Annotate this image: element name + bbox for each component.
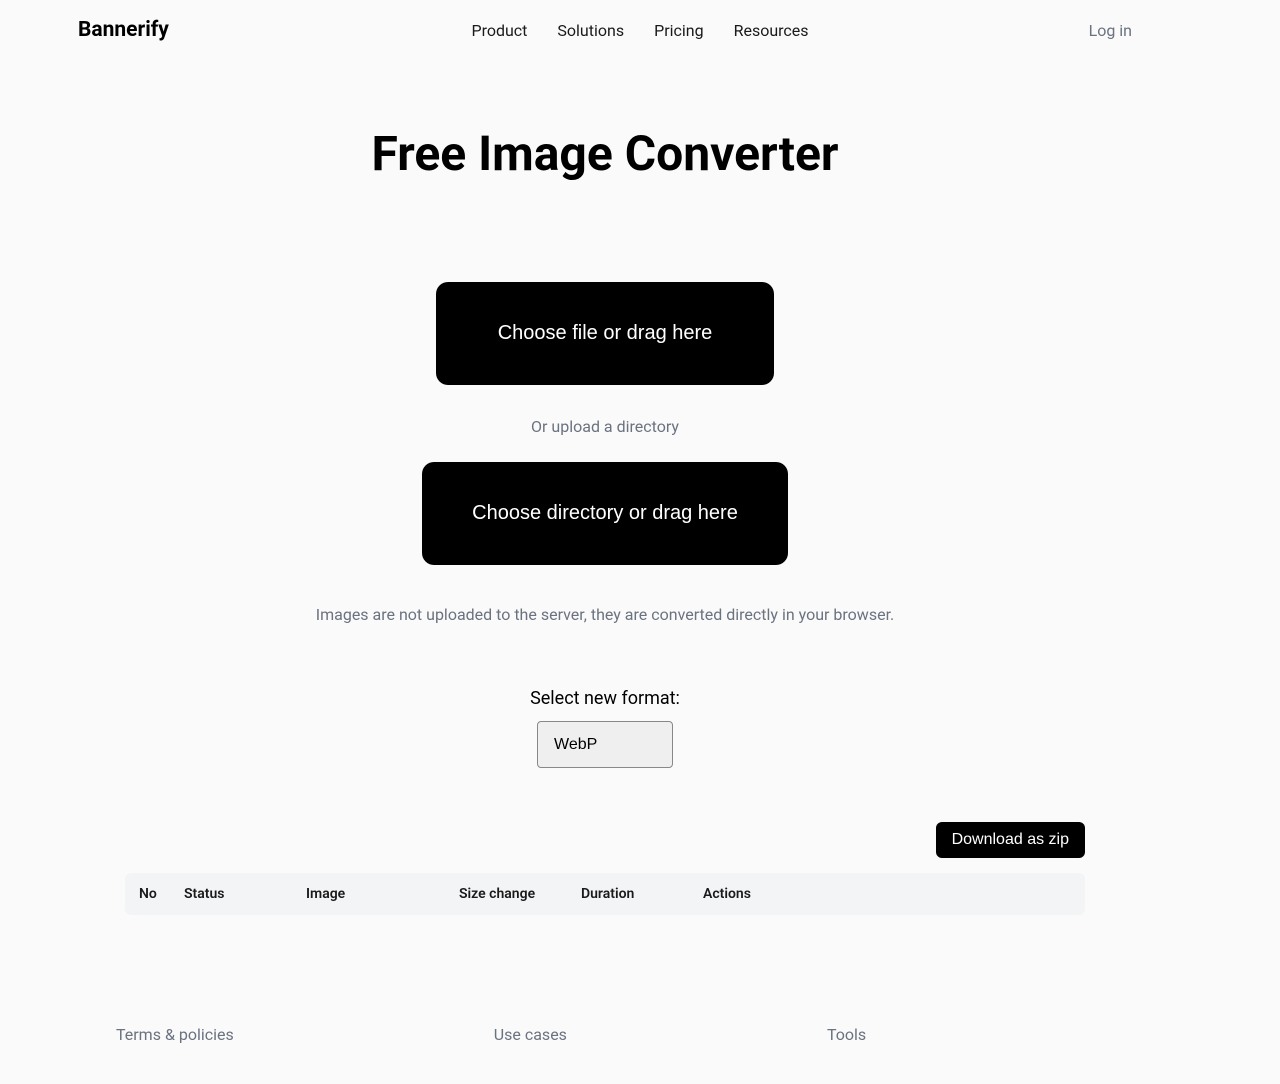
main-content: Free Image Converter Choose file or drag… bbox=[105, 125, 1105, 915]
info-text: Images are not uploaded to the server, t… bbox=[316, 605, 895, 624]
footer: Terms & policies Use cases Tools bbox=[0, 915, 1210, 1084]
choose-file-button[interactable]: Choose file or drag here bbox=[436, 282, 775, 385]
footer-use-cases[interactable]: Use cases bbox=[494, 1025, 567, 1044]
page-title: Free Image Converter bbox=[125, 125, 1085, 182]
login-link[interactable]: Log in bbox=[1089, 21, 1132, 40]
table-header: No Status Image Size change Duration Act… bbox=[125, 873, 1085, 915]
nav-pricing[interactable]: Pricing bbox=[654, 21, 704, 40]
table-header-status: Status bbox=[184, 886, 306, 902]
table-header-actions: Actions bbox=[703, 886, 1071, 902]
format-section: Select new format: WebP bbox=[125, 688, 1085, 768]
format-select-wrapper: WebP bbox=[537, 721, 673, 768]
nav-resources[interactable]: Resources bbox=[734, 21, 809, 40]
footer-tools[interactable]: Tools bbox=[827, 1025, 866, 1044]
nav-product[interactable]: Product bbox=[471, 21, 527, 40]
format-select[interactable]: WebP bbox=[537, 721, 673, 768]
download-zip-button[interactable]: Download as zip bbox=[936, 822, 1085, 858]
table-header-size-change: Size change bbox=[459, 886, 581, 902]
table-header-image: Image bbox=[306, 886, 459, 902]
choose-directory-button[interactable]: Choose directory or drag here bbox=[422, 462, 788, 565]
main-nav: Product Solutions Pricing Resources bbox=[471, 21, 808, 40]
download-section: Download as zip bbox=[125, 822, 1085, 858]
header: Bannerify Product Solutions Pricing Reso… bbox=[0, 0, 1210, 60]
or-upload-text: Or upload a directory bbox=[531, 417, 679, 436]
results-table: No Status Image Size change Duration Act… bbox=[125, 873, 1085, 915]
logo[interactable]: Bannerify bbox=[78, 18, 169, 42]
footer-terms[interactable]: Terms & policies bbox=[116, 1025, 234, 1044]
table-header-duration: Duration bbox=[581, 886, 703, 902]
nav-solutions[interactable]: Solutions bbox=[557, 21, 624, 40]
table-header-no: No bbox=[139, 886, 184, 902]
format-label: Select new format: bbox=[530, 688, 680, 709]
upload-section: Choose file or drag here Or upload a dir… bbox=[125, 282, 1085, 624]
